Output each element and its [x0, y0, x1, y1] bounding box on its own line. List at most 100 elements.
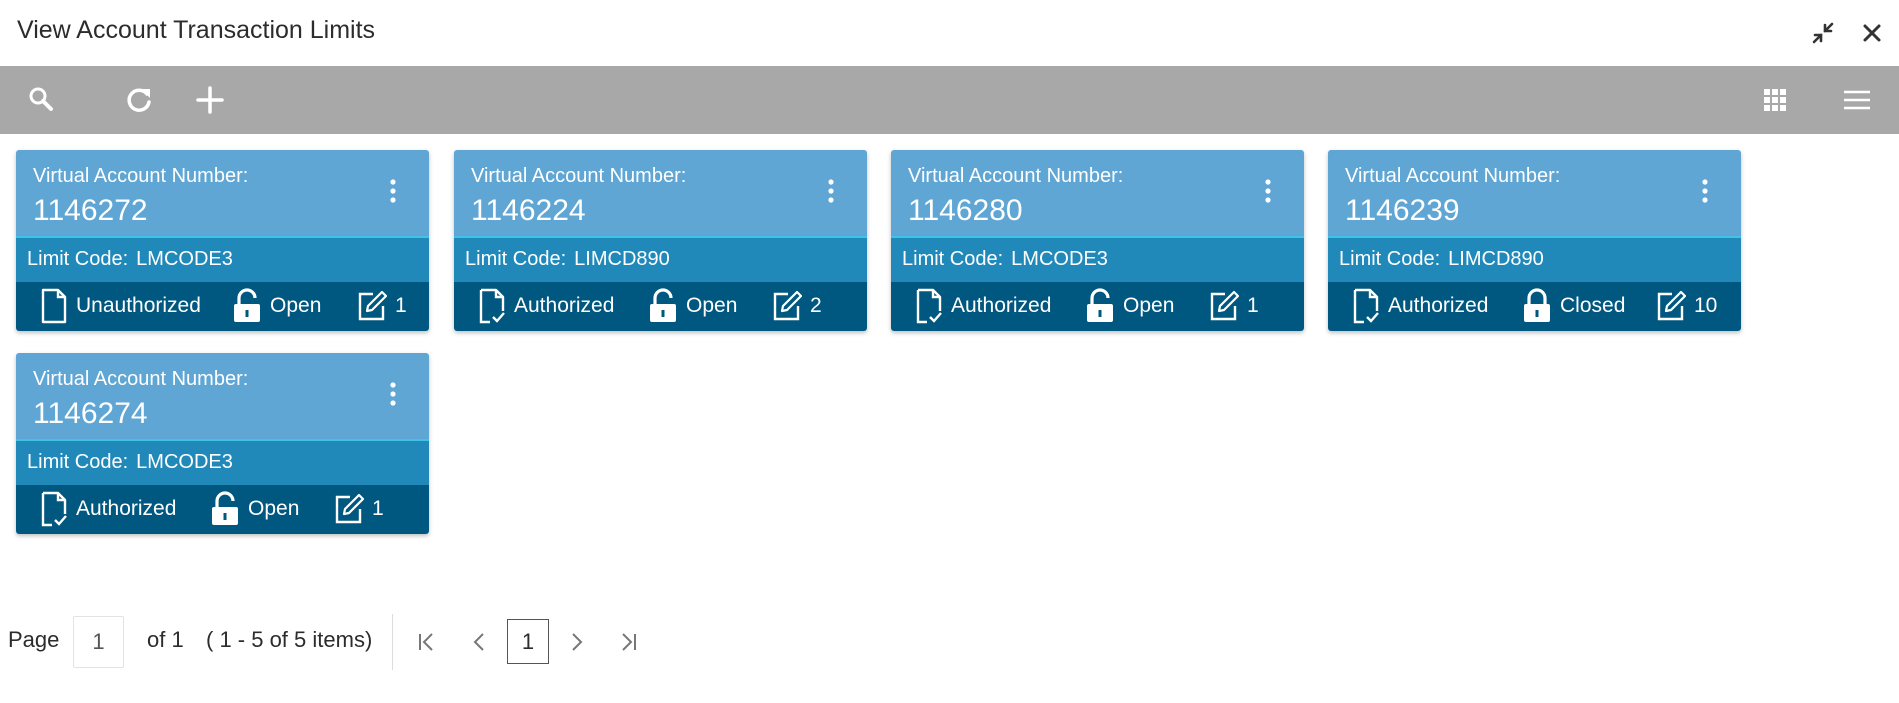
edit-icon	[335, 493, 364, 524]
edit-icon	[1210, 290, 1239, 321]
modification-number: 2	[772, 288, 822, 324]
virtual-account-number-value: 1146224	[471, 194, 586, 227]
auth-status-text: Unauthorized	[76, 294, 201, 317]
current-page-button[interactable]: 1	[507, 619, 549, 664]
record-status-text: Open	[1123, 294, 1175, 317]
limit-code-row: Limit Code: LIMCD890	[454, 238, 867, 282]
more-options-icon[interactable]	[1260, 176, 1276, 206]
document-icon	[41, 288, 67, 324]
pagination: Page of 1 ( 1 - 5 of 5 items) 1	[0, 614, 1899, 674]
first-page-icon[interactable]	[413, 628, 441, 656]
account-card[interactable]: Virtual Account Number: 1146274 Limit Co…	[16, 353, 429, 534]
account-card[interactable]: Virtual Account Number: 1146280 Limit Co…	[891, 150, 1304, 331]
limit-code-value: LIMCD890	[574, 248, 670, 270]
card-footer: Authorized Closed 10	[1328, 282, 1741, 331]
unlock-icon	[234, 288, 260, 322]
add-icon[interactable]	[190, 80, 230, 120]
virtual-account-number-value: 1146272	[33, 194, 148, 227]
card-footer: Authorized Open 2	[454, 282, 867, 331]
card-footer: Authorized Open 1	[891, 282, 1304, 331]
card-header: Virtual Account Number: 1146239	[1328, 150, 1741, 238]
modification-number-text: 10	[1694, 294, 1718, 317]
document-check-icon	[41, 491, 67, 527]
edit-icon	[1657, 290, 1686, 321]
limit-code-label: Limit Code:	[902, 248, 1004, 270]
list-view-icon[interactable]	[1837, 80, 1877, 120]
cards-grid: Virtual Account Number: 1146272 Limit Co…	[0, 134, 1899, 554]
refresh-icon[interactable]	[119, 80, 159, 120]
limit-code-value: LMCODE3	[136, 451, 233, 473]
auth-status-text: Authorized	[1388, 294, 1489, 317]
virtual-account-number-label: Virtual Account Number:	[33, 368, 249, 390]
more-options-icon[interactable]	[385, 379, 401, 409]
modification-number: 10	[1656, 288, 1717, 324]
record-status-text: Open	[686, 294, 738, 317]
next-page-icon[interactable]	[562, 628, 590, 656]
virtual-account-number-label: Virtual Account Number:	[908, 165, 1124, 187]
record-status: Open	[648, 288, 737, 324]
close-icon[interactable]	[1855, 16, 1889, 50]
card-footer: Unauthorized Open 1	[16, 282, 429, 331]
page-title: View Account Transaction Limits	[17, 16, 376, 44]
items-range-text: ( 1 - 5 of 5 items)	[206, 627, 373, 652]
limit-code-label: Limit Code:	[27, 248, 129, 270]
modification-number: 1	[357, 288, 407, 324]
edit-icon	[358, 290, 387, 321]
unlock-icon	[1087, 288, 1113, 322]
page-total-text: of 1	[147, 627, 184, 652]
previous-page-icon[interactable]	[466, 628, 494, 656]
auth-status: Authorized	[1352, 288, 1488, 324]
auth-status-text: Authorized	[76, 497, 177, 520]
account-card[interactable]: Virtual Account Number: 1146272 Limit Co…	[16, 150, 429, 331]
more-options-icon[interactable]	[1697, 176, 1713, 206]
limit-code-label: Limit Code:	[27, 451, 129, 473]
modification-number-text: 1	[1247, 294, 1259, 317]
search-icon[interactable]	[22, 80, 62, 120]
page-number-input[interactable]	[73, 616, 124, 668]
auth-status-text: Authorized	[514, 294, 615, 317]
modification-number-text: 1	[372, 497, 384, 520]
last-page-icon[interactable]	[614, 628, 642, 656]
auth-status: Authorized	[915, 288, 1051, 324]
card-header: Virtual Account Number: 1146274	[16, 353, 429, 441]
auth-status: Unauthorized	[40, 288, 201, 324]
title-bar: View Account Transaction Limits	[0, 0, 1899, 66]
limit-code-row: Limit Code: LIMCD890	[1328, 238, 1741, 282]
modification-number-text: 2	[810, 294, 822, 317]
account-card[interactable]: Virtual Account Number: 1146224 Limit Co…	[454, 150, 867, 331]
pagination-divider	[392, 614, 393, 670]
edit-icon	[773, 290, 802, 321]
document-check-icon	[916, 288, 942, 324]
modification-number-text: 1	[395, 294, 407, 317]
modification-number: 1	[334, 491, 384, 527]
limit-code-value: LMCODE3	[136, 248, 233, 270]
account-card[interactable]: Virtual Account Number: 1146239 Limit Co…	[1328, 150, 1741, 331]
record-status: Open	[1085, 288, 1174, 324]
auth-status: Authorized	[478, 288, 614, 324]
limit-code-row: Limit Code: LMCODE3	[16, 441, 429, 485]
grid-view-icon[interactable]	[1755, 80, 1795, 120]
document-check-icon	[479, 288, 505, 324]
page-label: Page	[8, 627, 60, 652]
limit-code-value: LMCODE3	[1011, 248, 1108, 270]
card-header: Virtual Account Number: 1146224	[454, 150, 867, 238]
record-status: Closed	[1522, 288, 1625, 324]
more-options-icon[interactable]	[385, 176, 401, 206]
virtual-account-number-label: Virtual Account Number:	[33, 165, 249, 187]
virtual-account-number-label: Virtual Account Number:	[471, 165, 687, 187]
document-check-icon	[1353, 288, 1379, 324]
limit-code-label: Limit Code:	[465, 248, 567, 270]
collapse-arrows-icon[interactable]	[1806, 16, 1840, 50]
limit-code-row: Limit Code: LMCODE3	[16, 238, 429, 282]
card-header: Virtual Account Number: 1146280	[891, 150, 1304, 238]
limit-code-label: Limit Code:	[1339, 248, 1441, 270]
virtual-account-number-value: 1146239	[1345, 194, 1460, 227]
record-status-text: Open	[270, 294, 322, 317]
modification-number: 1	[1209, 288, 1259, 324]
card-footer: Authorized Open 1	[16, 485, 429, 534]
card-header: Virtual Account Number: 1146272	[16, 150, 429, 238]
more-options-icon[interactable]	[823, 176, 839, 206]
unlock-icon	[212, 491, 238, 525]
unlock-icon	[650, 288, 676, 322]
record-status: Open	[210, 491, 299, 527]
